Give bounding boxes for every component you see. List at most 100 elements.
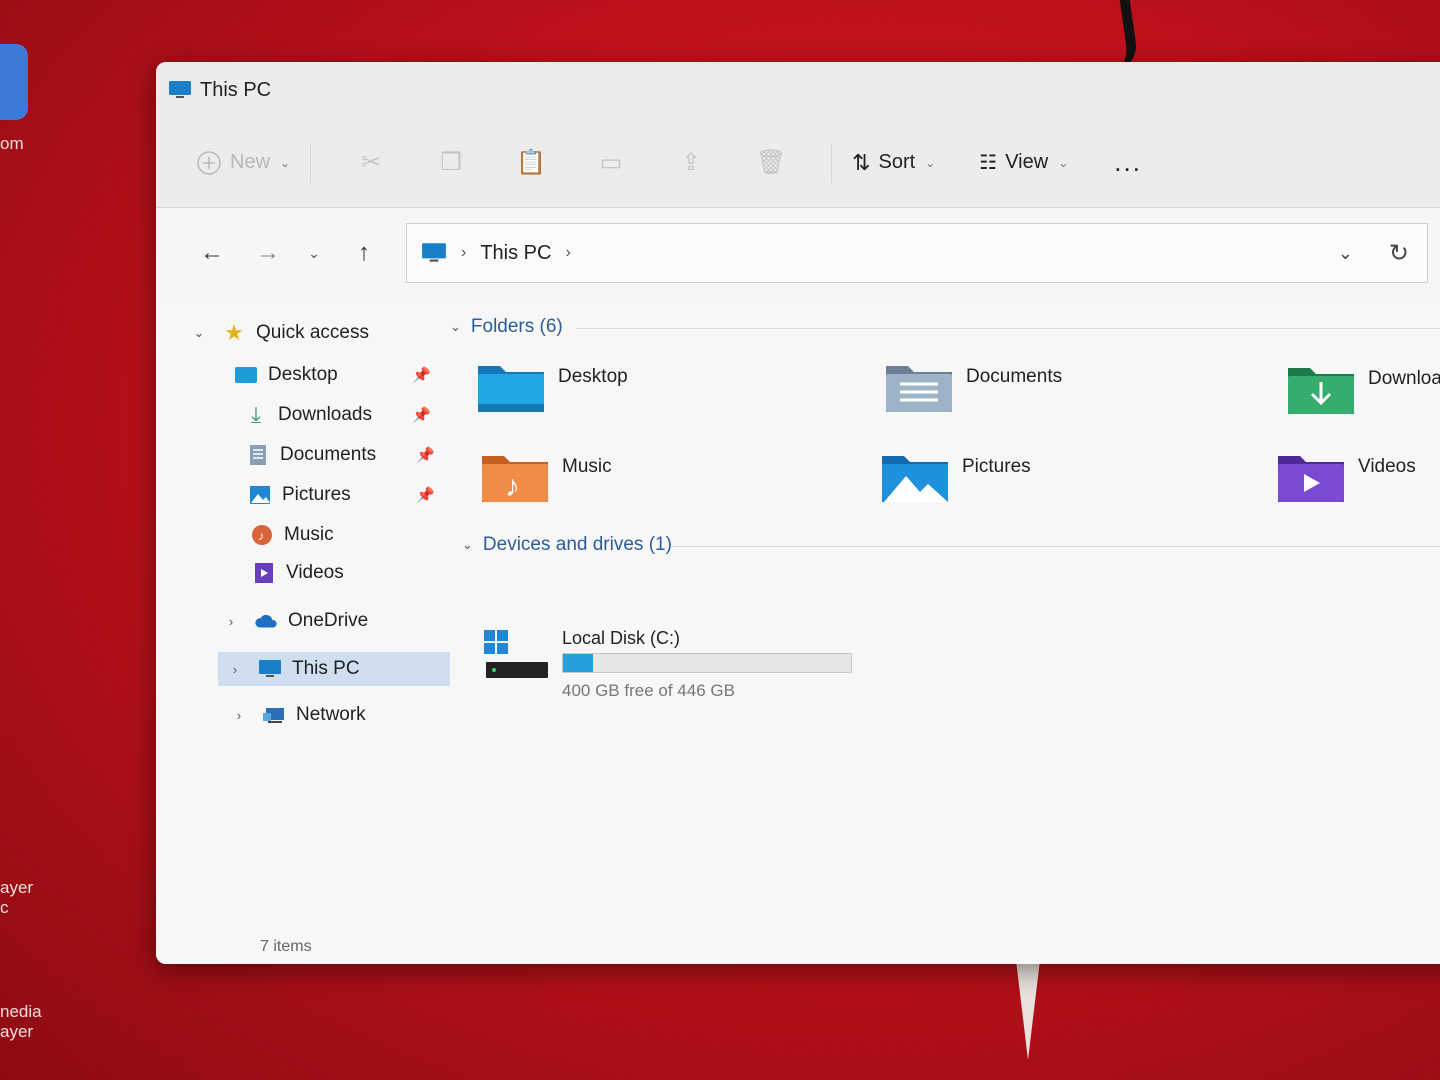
breadcrumb-this-pc[interactable]: This PC — [480, 242, 551, 265]
back-arrow-icon[interactable]: ← — [192, 233, 232, 273]
sidebar-item-network[interactable]: › Network — [230, 698, 366, 732]
videos-folder-icon — [1278, 456, 1344, 502]
file-explorer-window: This PC New ⌄ ✂ ❐ 📋 ▭ ⇪ 🗑 ⇅ Sort ⌄ ☷ Vie… — [156, 62, 1440, 964]
divider — [831, 142, 833, 183]
folder-tile-pictures[interactable]: Pictures — [880, 450, 1031, 506]
collapse-chevron-icon[interactable]: ⌄ — [462, 537, 473, 553]
more-options-button[interactable]: ... — [1114, 147, 1142, 178]
collapse-chevron-icon[interactable]: ⌄ — [450, 319, 461, 335]
desktop-label: ayer — [0, 878, 34, 897]
sidebar-item-quick-access[interactable]: ⌄ ★ Quick access — [190, 316, 369, 350]
monitor-stand — [1016, 960, 1040, 1060]
drives-heading: Devices and drives (1) — [482, 534, 672, 555]
pin-icon[interactable]: 📌 — [412, 366, 431, 384]
sort-button[interactable]: ⇅ Sort ⌄ — [852, 150, 935, 176]
folder-name: Pictures — [962, 456, 1031, 477]
desktop-label: om — [0, 134, 24, 153]
star-icon: ★ — [224, 320, 244, 345]
divider — [672, 546, 1440, 547]
plus-circle-icon — [197, 150, 221, 175]
sidebar-item-label: Downloads — [278, 404, 372, 425]
folder-tile-music[interactable]: ♪ Music — [480, 450, 612, 506]
breadcrumb-separator-icon: › — [461, 244, 467, 261]
computer-icon — [422, 243, 446, 262]
divider — [576, 328, 1440, 329]
pin-icon[interactable]: 📌 — [412, 406, 431, 424]
folder-tile-desktop[interactable]: Desktop — [476, 360, 628, 416]
new-button[interactable]: New ⌄ — [196, 150, 290, 176]
svg-text:♪: ♪ — [505, 470, 520, 503]
folder-tile-videos[interactable]: Videos — [1276, 450, 1416, 506]
sidebar-item-videos[interactable]: Videos — [252, 556, 344, 590]
refresh-icon[interactable]: ↻ — [1389, 239, 1409, 268]
sidebar-item-downloads[interactable]: ⤓ Downloads 📌 — [244, 398, 431, 432]
drive-name: Local Disk (C:) — [562, 628, 681, 648]
navigation-pane: ⌄ ★ Quick access Desktop 📌 ⤓ Downloads 📌… — [186, 298, 452, 964]
sidebar-item-label: OneDrive — [288, 610, 369, 631]
svg-text:♪: ♪ — [258, 529, 264, 543]
sidebar-item-label: Network — [296, 704, 366, 725]
title-bar[interactable]: This PC — [156, 62, 1440, 118]
expand-chevron-icon[interactable]: › — [230, 708, 248, 723]
sidebar-item-this-pc[interactable]: › This PC — [226, 652, 360, 686]
document-icon — [246, 444, 270, 466]
cloud-icon — [254, 610, 278, 632]
sidebar-item-label: Videos — [286, 562, 344, 583]
drive-tile-local-disk[interactable]: Local Disk (C:) 400 GB free of 446 GB — [480, 628, 852, 701]
chevron-down-icon: ⌄ — [280, 155, 291, 170]
desktop-label: nedia — [0, 1002, 42, 1021]
folder-tile-downloads[interactable]: Downloa — [1286, 362, 1440, 418]
folder-name: Documents — [966, 366, 1063, 387]
pin-icon[interactable]: 📌 — [416, 446, 435, 464]
network-icon — [262, 704, 286, 726]
folder-name: Desktop — [558, 366, 628, 387]
sidebar-item-label: Music — [284, 524, 334, 545]
desktop-label: ayer — [0, 1022, 34, 1041]
hard-drive-icon — [484, 630, 548, 678]
drive-usage-fill — [563, 654, 593, 672]
address-history-chevron-icon[interactable]: ⌄ — [1338, 243, 1353, 264]
documents-folder-icon — [886, 366, 952, 412]
folder-name: Music — [562, 456, 612, 477]
sidebar-item-onedrive[interactable]: › OneDrive — [222, 604, 368, 638]
sidebar-item-label: Desktop — [268, 364, 338, 385]
recent-locations-chevron-icon[interactable]: ⌄ — [304, 233, 324, 273]
navigation-bar: ← → ⌄ ↑ › This PC › ⌄ ↻ — [156, 208, 1440, 298]
sidebar-item-documents[interactable]: Documents 📌 — [246, 438, 435, 472]
address-bar[interactable]: › This PC › ⌄ ↻ — [406, 223, 1428, 283]
view-icon: ☷ — [979, 152, 998, 174]
main-pane: ⌄ Folders (6) Desktop Documents Downloa … — [450, 298, 1440, 964]
breadcrumb-separator-icon[interactable]: › — [565, 244, 570, 262]
sidebar-item-label: This PC — [292, 658, 360, 679]
rename-icon[interactable]: ▭ — [596, 148, 626, 178]
sidebar-item-label: Pictures — [282, 484, 351, 505]
expand-chevron-icon[interactable]: › — [226, 662, 244, 677]
computer-icon — [169, 81, 191, 98]
folder-name: Videos — [1358, 456, 1416, 477]
drive-free-space: 400 GB free of 446 GB — [562, 681, 735, 700]
copy-icon[interactable]: ❐ — [436, 148, 466, 178]
folder-tile-documents[interactable]: Documents — [884, 360, 1062, 416]
more-label: ... — [1114, 147, 1142, 177]
window-title: This PC — [200, 78, 272, 101]
sidebar-item-music[interactable]: ♪ Music — [250, 518, 334, 552]
forward-arrow-icon[interactable]: → — [248, 233, 288, 273]
sidebar-item-pictures[interactable]: Pictures 📌 — [248, 478, 435, 512]
folders-heading: Folders (6) — [470, 316, 563, 337]
music-icon: ♪ — [250, 524, 274, 546]
desktop-app-icon[interactable] — [0, 44, 28, 120]
delete-icon[interactable]: 🗑 — [756, 148, 786, 178]
folders-group-header[interactable]: ⌄ Folders (6) — [450, 316, 563, 338]
sidebar-item-desktop[interactable]: Desktop 📌 — [234, 358, 431, 392]
pin-icon[interactable]: 📌 — [416, 486, 435, 504]
cut-icon[interactable]: ✂ — [356, 148, 386, 178]
collapse-chevron-icon[interactable]: ⌄ — [190, 325, 208, 341]
share-icon[interactable]: ⇪ — [676, 148, 706, 178]
sort-label: Sort — [878, 151, 916, 173]
drives-group-header[interactable]: ⌄ Devices and drives (1) — [462, 534, 672, 556]
computer-icon — [258, 658, 282, 680]
expand-chevron-icon[interactable]: › — [222, 614, 240, 629]
up-arrow-icon[interactable]: ↑ — [344, 233, 384, 273]
view-button[interactable]: ☷ View ⌄ — [979, 150, 1068, 175]
paste-icon[interactable]: 📋 — [516, 148, 546, 178]
